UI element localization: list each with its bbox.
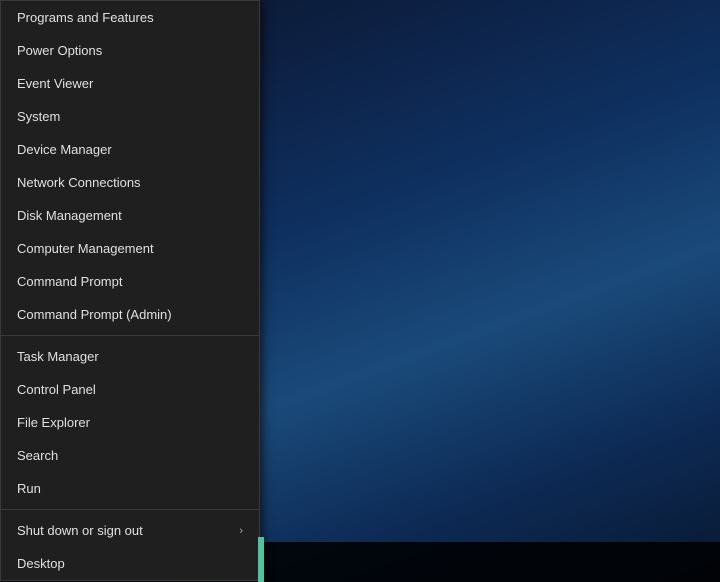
menu-item-label-device-manager: Device Manager <box>17 142 112 157</box>
menu-item-label-desktop: Desktop <box>17 556 65 571</box>
menu-item-system[interactable]: System <box>1 100 259 133</box>
menu-item-network-connections[interactable]: Network Connections <box>1 166 259 199</box>
menu-item-label-command-prompt: Command Prompt <box>17 274 122 289</box>
menu-item-label-shut-down-sign-out: Shut down or sign out <box>17 523 143 538</box>
menu-item-label-event-viewer: Event Viewer <box>17 76 93 91</box>
menu-item-power-options[interactable]: Power Options <box>1 34 259 67</box>
menu-item-label-disk-management: Disk Management <box>17 208 122 223</box>
menu-item-label-run: Run <box>17 481 41 496</box>
menu-item-label-file-explorer: File Explorer <box>17 415 90 430</box>
menu-separator <box>1 509 259 510</box>
menu-item-shut-down-sign-out[interactable]: Shut down or sign out › <box>1 514 259 547</box>
menu-separator <box>1 335 259 336</box>
menu-item-label-programs-features: Programs and Features <box>17 10 154 25</box>
menu-item-computer-management[interactable]: Computer Management <box>1 232 259 265</box>
menu-item-label-command-prompt-admin: Command Prompt (Admin) <box>17 307 172 322</box>
menu-item-label-search: Search <box>17 448 58 463</box>
menu-item-label-computer-management: Computer Management <box>17 241 154 256</box>
submenu-chevron-icon: › <box>239 525 243 537</box>
menu-item-file-explorer[interactable]: File Explorer <box>1 406 259 439</box>
menu-item-control-panel[interactable]: Control Panel <box>1 373 259 406</box>
menu-item-desktop[interactable]: Desktop <box>1 547 259 580</box>
menu-item-task-manager[interactable]: Task Manager <box>1 340 259 373</box>
menu-item-label-task-manager: Task Manager <box>17 349 99 364</box>
menu-item-label-system: System <box>17 109 60 124</box>
menu-item-device-manager[interactable]: Device Manager <box>1 133 259 166</box>
menu-item-label-control-panel: Control Panel <box>17 382 96 397</box>
menu-item-label-power-options: Power Options <box>17 43 102 58</box>
context-menu: Programs and Features Power Options Event … <box>0 0 260 581</box>
menu-item-label-network-connections: Network Connections <box>17 175 141 190</box>
menu-item-disk-management[interactable]: Disk Management <box>1 199 259 232</box>
menu-item-search[interactable]: Search <box>1 439 259 472</box>
menu-item-run[interactable]: Run <box>1 472 259 505</box>
menu-item-command-prompt-admin[interactable]: Command Prompt (Admin) <box>1 298 259 331</box>
taskbar-indicator <box>258 537 264 582</box>
menu-item-command-prompt[interactable]: Command Prompt <box>1 265 259 298</box>
menu-item-event-viewer[interactable]: Event Viewer <box>1 67 259 100</box>
menu-item-programs-features[interactable]: Programs and Features <box>1 1 259 34</box>
